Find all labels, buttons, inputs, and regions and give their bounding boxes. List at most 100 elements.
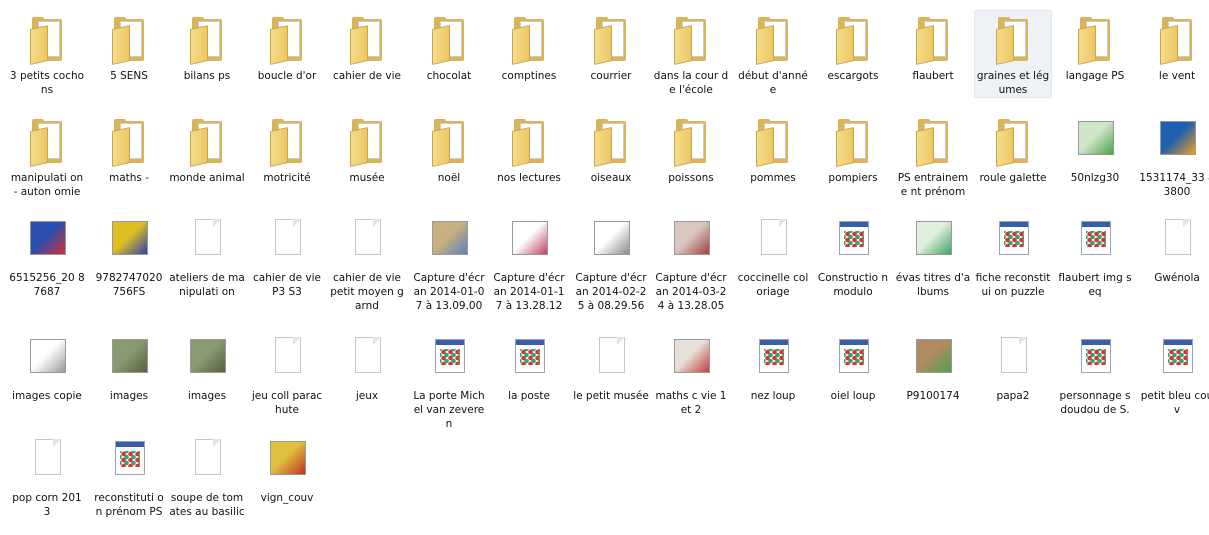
folder-icon — [908, 115, 958, 167]
file-item[interactable]: fiche reconstitui on puzzle — [974, 212, 1052, 300]
folder-item[interactable]: cahier de vie — [328, 10, 406, 84]
folder-item[interactable]: dans la cour de l'école — [652, 10, 730, 98]
file-item[interactable]: petit bleu couv — [1138, 330, 1209, 418]
folder-item[interactable]: comptines — [490, 10, 568, 84]
document-icon — [342, 215, 392, 267]
folder-icon — [104, 115, 154, 167]
image-thumbnail-icon — [1152, 115, 1202, 167]
item-label: la poste — [508, 390, 550, 402]
folder-icon — [424, 115, 474, 167]
file-item[interactable]: P9100174 — [894, 330, 972, 404]
file-item[interactable]: cahier de vie P3 S3 — [248, 212, 326, 300]
folder-icon — [22, 13, 72, 65]
file-item[interactable]: Capture d'écran 2014-01-17 à 13.28.12 — [490, 212, 568, 314]
folder-item[interactable]: 3 petits cochons — [8, 10, 86, 98]
image-thumbnail-icon — [586, 215, 636, 267]
document-icon — [182, 435, 232, 487]
file-item[interactable]: personnage s doudou de S. — [1056, 330, 1134, 418]
folder-item[interactable]: PS entraineme nt prénom — [894, 112, 972, 200]
file-item[interactable]: images — [168, 330, 246, 404]
folder-icon — [22, 115, 72, 167]
item-label: courrier — [590, 70, 632, 82]
file-item[interactable]: flaubert img seq — [1056, 212, 1134, 300]
item-label: début d'année — [738, 70, 808, 96]
folder-item[interactable]: noël — [410, 112, 488, 186]
file-item[interactable]: 6515256_20 87687 — [8, 212, 86, 300]
folder-item[interactable]: boucle d'or — [248, 10, 326, 84]
folder-item[interactable]: musée — [328, 112, 406, 186]
folder-icon — [342, 115, 392, 167]
file-item[interactable]: soupe de tomates au basilic — [168, 432, 246, 520]
item-label: cahier de vie P3 S3 — [253, 272, 321, 298]
file-item[interactable]: évas titres d'albums — [894, 212, 972, 300]
file-item[interactable]: nez loup — [734, 330, 812, 404]
folder-item[interactable]: le vent — [1138, 10, 1209, 84]
item-label: manipulati on - auton omie — [10, 172, 84, 198]
image-thumbnail-icon — [262, 435, 312, 487]
file-item[interactable]: jeux — [328, 330, 406, 404]
item-label: flaubert img seq — [1058, 272, 1132, 298]
file-item[interactable]: 1531174_33 83800 — [1138, 112, 1209, 200]
file-item[interactable]: 50nlzg30 — [1056, 112, 1134, 186]
file-item[interactable]: ateliers de manipulati on — [168, 212, 246, 300]
file-item[interactable]: papa2 — [974, 330, 1052, 404]
folder-item[interactable]: oiseaux — [572, 112, 650, 186]
file-item[interactable]: Gwénola — [1138, 212, 1209, 286]
application-file-icon — [988, 215, 1038, 267]
folder-item[interactable]: bilans ps — [168, 10, 246, 84]
file-item[interactable]: Constructio n modulo — [814, 212, 892, 300]
folder-item[interactable]: escargots — [814, 10, 892, 84]
application-file-icon — [828, 215, 878, 267]
folder-item[interactable]: roule galette — [974, 112, 1052, 186]
file-item[interactable]: pop corn 2013 — [8, 432, 86, 520]
folder-item[interactable]: 5 SENS — [90, 10, 168, 84]
item-label: images — [109, 390, 149, 402]
folder-item[interactable]: motricité — [248, 112, 326, 186]
item-label: 50nlzg30 — [1070, 172, 1120, 184]
item-label: langage PS — [1065, 70, 1125, 82]
image-thumbnail-icon — [104, 333, 154, 385]
folder-item[interactable]: maths - — [90, 112, 168, 186]
folder-item[interactable]: chocolat — [410, 10, 488, 84]
item-label: Capture d'écran 2014-01-07 à 13.09.00 — [413, 272, 485, 312]
folder-item[interactable]: flaubert — [894, 10, 972, 84]
image-thumbnail-icon — [22, 333, 72, 385]
file-item[interactable]: Capture d'écran 2014-03-24 à 13.28.05 — [652, 212, 730, 314]
item-label: petit bleu couv — [1140, 390, 1209, 416]
file-item[interactable]: le petit musée — [572, 330, 650, 404]
image-thumbnail-icon — [908, 333, 958, 385]
file-item[interactable]: coccinelle coloriage — [734, 212, 812, 300]
file-item[interactable]: 9782747020 756FS — [90, 212, 168, 300]
file-item[interactable]: oiel loup — [814, 330, 892, 404]
item-label: ateliers de manipulati on — [169, 272, 245, 298]
file-item[interactable]: Capture d'écran 2014-02-25 à 08.29.56 — [572, 212, 650, 314]
folder-icon — [182, 13, 232, 65]
folder-item[interactable]: pommes — [734, 112, 812, 186]
folder-item[interactable]: monde animal — [168, 112, 246, 186]
folder-item[interactable]: graines et légumes — [974, 10, 1052, 98]
file-item[interactable]: Capture d'écran 2014-01-07 à 13.09.00 — [410, 212, 488, 314]
file-item[interactable]: maths c vie 1 et 2 — [652, 330, 730, 418]
folder-item[interactable]: poissons — [652, 112, 730, 186]
file-item[interactable]: la poste — [490, 330, 568, 404]
item-label: pommes — [750, 172, 796, 184]
file-item[interactable]: jeu coll parachute — [248, 330, 326, 418]
file-item[interactable]: cahier de vie petit moyen garnd — [328, 212, 406, 314]
folder-icon — [262, 13, 312, 65]
item-label: maths c vie 1 et 2 — [655, 390, 727, 416]
folder-item[interactable]: manipulati on - auton omie — [8, 112, 86, 200]
folder-item[interactable]: début d'année — [734, 10, 812, 98]
file-item[interactable]: images — [90, 330, 168, 404]
item-label: Capture d'écran 2014-03-24 à 13.28.05 — [655, 272, 727, 312]
folder-icon — [988, 13, 1038, 65]
file-item[interactable]: reconstituti on prénom PS — [90, 432, 168, 520]
folder-item[interactable]: langage PS — [1056, 10, 1134, 84]
folder-item[interactable]: nos lectures — [490, 112, 568, 186]
file-item[interactable]: vign_couv — [248, 432, 326, 506]
folder-item[interactable]: courrier — [572, 10, 650, 84]
file-item[interactable]: images copie — [8, 330, 86, 404]
file-item[interactable]: La porte Michel van zeveren — [410, 330, 488, 432]
image-thumbnail-icon — [1070, 115, 1120, 167]
folder-item[interactable]: pompiers — [814, 112, 892, 186]
item-label: le vent — [1158, 70, 1196, 82]
